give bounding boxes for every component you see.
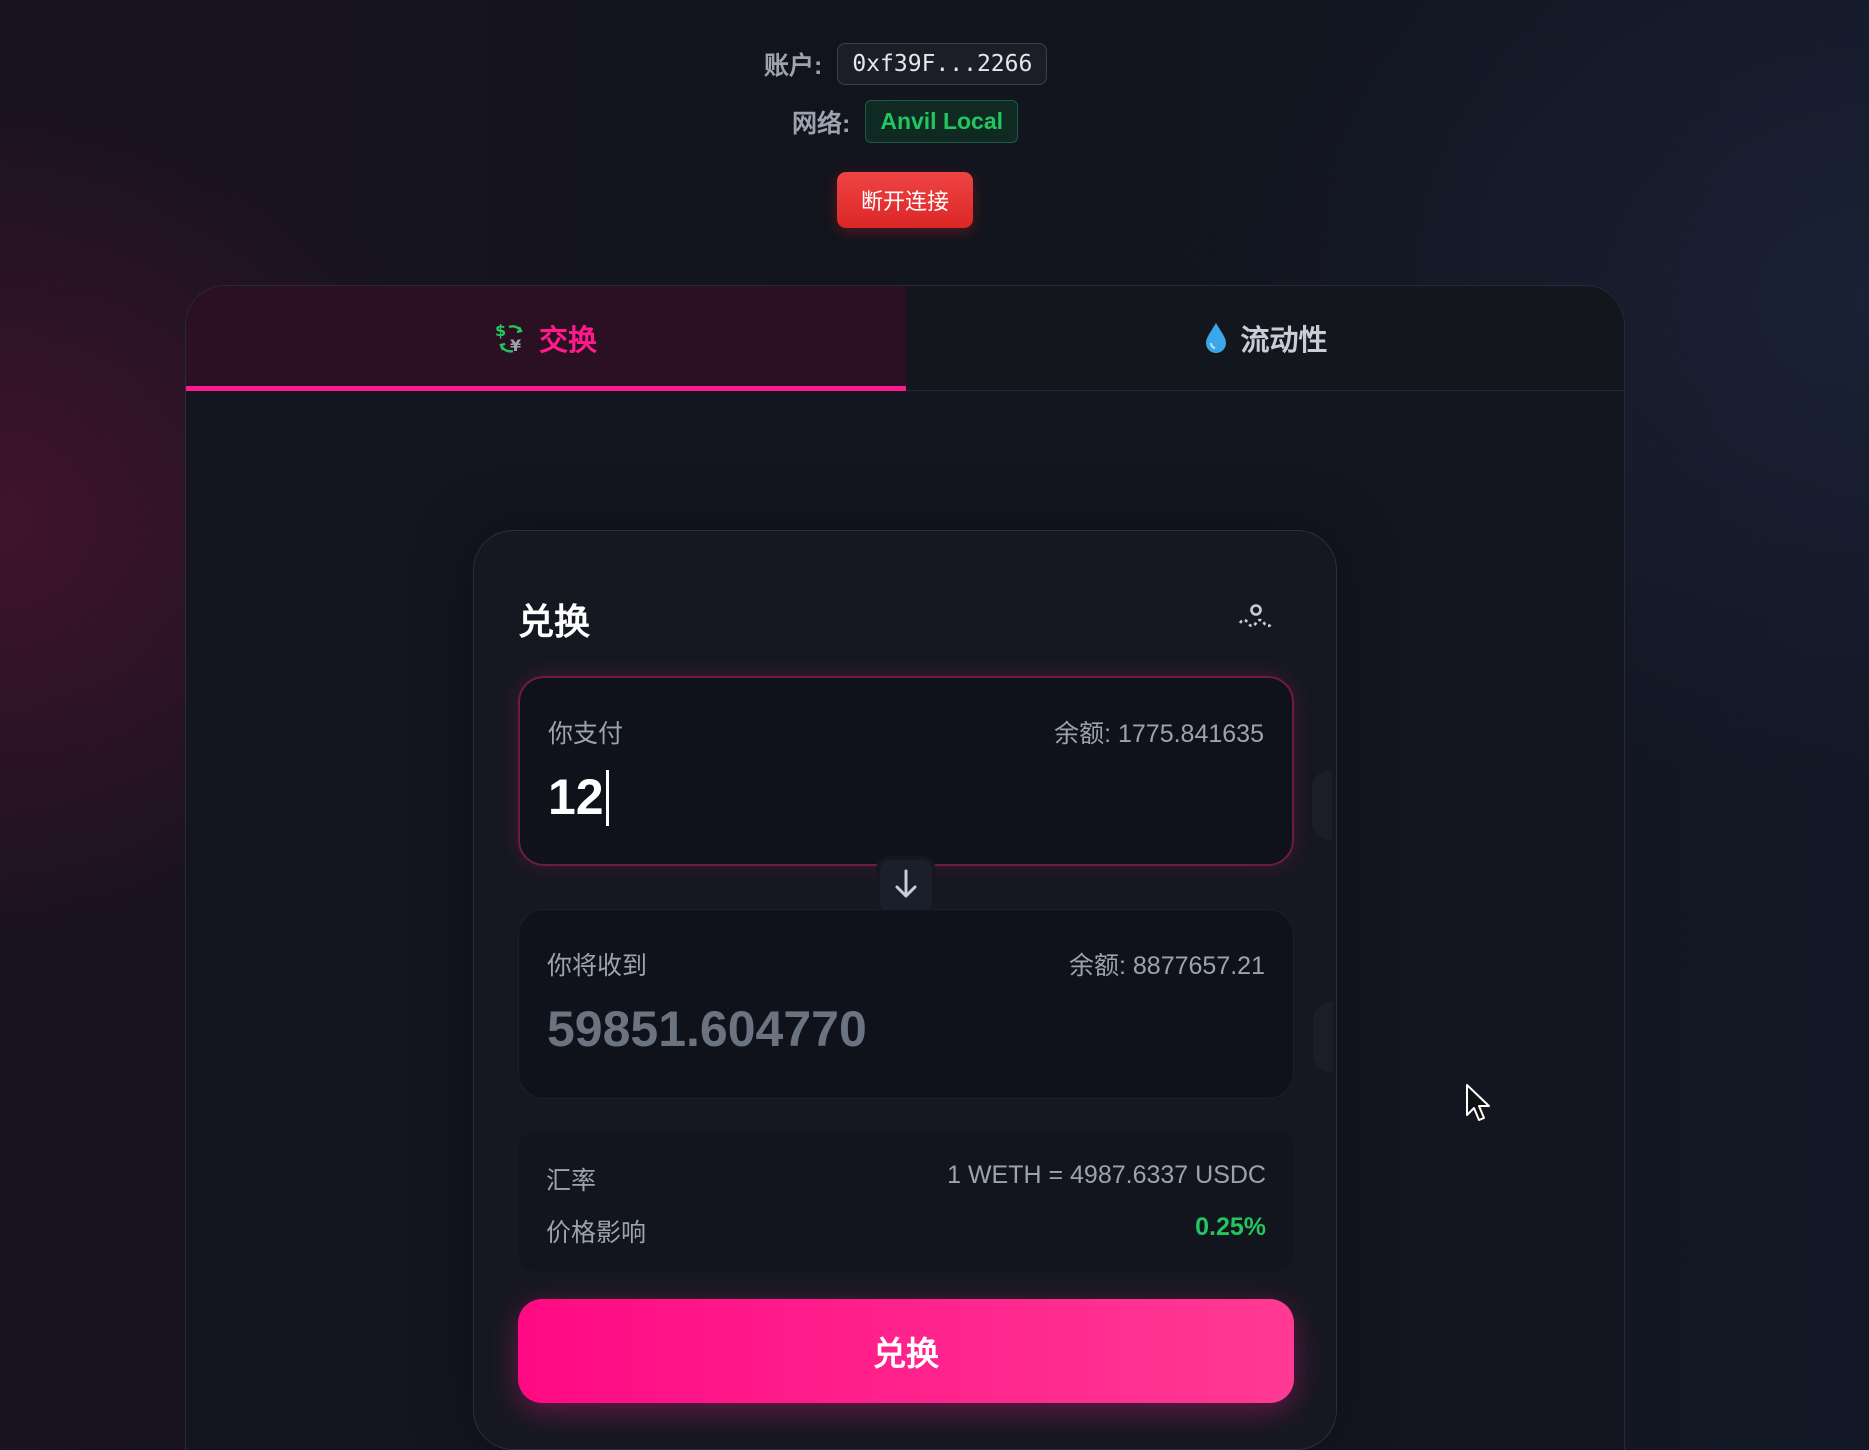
tab-swap-label: 交换	[538, 325, 597, 357]
mouse-cursor-icon	[1465, 1083, 1493, 1130]
price-impact-label: 价格影响	[546, 1219, 647, 1247]
network-badge: Anvil Local	[865, 100, 1019, 143]
account-row: 账户: 0xf39F...2266	[764, 43, 1048, 85]
network-row: 网络: Anvil Local	[792, 100, 1019, 143]
receive-label: 你将收到	[547, 952, 648, 980]
svg-text:$: $	[495, 321, 506, 340]
tab-liquidity[interactable]: 流动性	[906, 286, 1624, 390]
account-label: 账户:	[764, 52, 823, 80]
price-impact-value: 0.25%	[1195, 1213, 1266, 1241]
swap-direction-button[interactable]	[876, 856, 936, 916]
pay-amount-input[interactable]: 12	[548, 768, 609, 826]
account-address: 0xf39F...2266	[837, 43, 1048, 85]
swap-card: 兑换 你支付 余额: 1775.841635 12 你将收到 余额: 88776…	[473, 530, 1337, 1450]
rate-value: 1 WETH = 4987.6337 USDC	[947, 1161, 1266, 1189]
swap-submit-button[interactable]: 兑换	[518, 1299, 1294, 1403]
tab-swap[interactable]: $ ¥ 交换	[186, 286, 906, 391]
pay-label: 你支付	[548, 720, 624, 748]
swap-title: 兑换	[518, 601, 591, 642]
currency-exchange-icon: $ ¥	[495, 321, 527, 355]
receive-balance: 余额: 8877657.21	[1069, 952, 1265, 980]
swap-info: 汇率 1 WETH = 4987.6337 USDC 价格影响 0.25%	[518, 1131, 1294, 1271]
settings-icon[interactable]	[1238, 601, 1274, 631]
pay-balance: 余额: 1775.841635	[1054, 720, 1264, 748]
receive-amount: 59851.604770	[547, 1001, 867, 1057]
pay-box: 你支付 余额: 1775.841635 12	[518, 676, 1332, 866]
pay-amount-value: 12	[548, 769, 604, 825]
droplet-icon	[1204, 322, 1228, 354]
network-label: 网络:	[792, 109, 851, 138]
tab-bar: $ ¥ 交换 流动性	[186, 286, 1624, 391]
receive-box: 你将收到 余额: 8877657.21 59851.604770	[518, 909, 1333, 1099]
text-caret	[605, 769, 609, 826]
tab-liquidity-label: 流动性	[1240, 325, 1328, 357]
pay-token-selector[interactable]	[1312, 770, 1332, 840]
disconnect-button[interactable]: 断开连接	[837, 172, 973, 228]
arrow-down-icon	[893, 868, 919, 905]
receive-token-selector[interactable]	[1313, 1002, 1333, 1072]
rate-label: 汇率	[546, 1167, 597, 1195]
